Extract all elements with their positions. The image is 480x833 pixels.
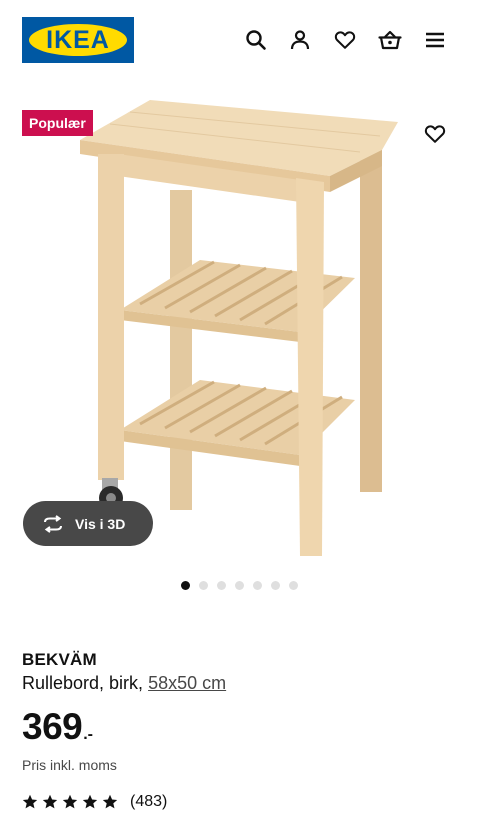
carousel-dot[interactable]: [181, 581, 190, 590]
product-description: Rullebord, birk, 58x50 cm: [22, 673, 226, 694]
add-to-favourites-button[interactable]: [417, 116, 453, 152]
product-type: Rullebord, birk,: [22, 673, 144, 693]
heart-icon: [424, 125, 446, 143]
price-integer: 369: [22, 706, 83, 747]
carousel-dots: [181, 581, 298, 590]
price-decimal: .-: [83, 726, 94, 743]
star-icon: [22, 794, 38, 809]
carousel-dot[interactable]: [271, 581, 280, 590]
view-in-3d-button[interactable]: Vis i 3D: [23, 501, 153, 546]
rating[interactable]: (483): [22, 793, 167, 811]
star-icon: [102, 794, 118, 809]
star-icon: [82, 794, 98, 809]
carousel-dot[interactable]: [217, 581, 226, 590]
price: 369 .-: [22, 708, 93, 745]
popular-badge: Populær: [22, 110, 93, 136]
user-icon[interactable]: [280, 24, 320, 56]
header: IKEA: [0, 0, 480, 80]
rotate-3d-icon: [44, 514, 62, 533]
view-in-3d-label: Vis i 3D: [75, 515, 126, 532]
star-icon: [42, 794, 58, 809]
carousel-dot[interactable]: [253, 581, 262, 590]
kitchen-trolley-illustration: [80, 100, 398, 556]
star-icon: [62, 794, 78, 809]
ikea-logo[interactable]: IKEA: [22, 17, 134, 63]
menu-icon[interactable]: [415, 24, 455, 56]
heart-icon[interactable]: [325, 24, 365, 56]
logo-oval: IKEA: [29, 24, 127, 56]
carousel-dot[interactable]: [289, 581, 298, 590]
rating-stars: [22, 794, 118, 810]
product-image[interactable]: [0, 90, 480, 570]
product-size-link[interactable]: 58x50 cm: [148, 673, 226, 693]
search-icon[interactable]: [236, 24, 276, 56]
price-note: Pris inkl. moms: [22, 757, 117, 773]
basket-icon[interactable]: [370, 24, 410, 56]
logo-text: IKEA: [46, 25, 110, 54]
product-name: BEKVÄM: [22, 650, 97, 669]
carousel-dot[interactable]: [235, 581, 244, 590]
carousel-dot[interactable]: [199, 581, 208, 590]
review-count: (483): [130, 793, 168, 810]
